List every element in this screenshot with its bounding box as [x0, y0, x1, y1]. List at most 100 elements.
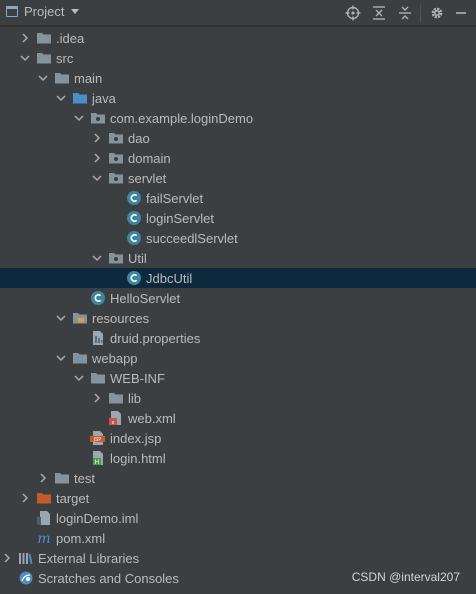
tree-node[interactable]: druid.properties	[0, 328, 476, 348]
resources-folder-icon	[72, 310, 88, 326]
folder-icon	[36, 50, 52, 66]
tree-node-label: webapp	[92, 350, 138, 366]
tree-node-label: HelloServlet	[110, 290, 181, 306]
chevron-down-icon[interactable]	[56, 348, 66, 368]
arrow-placeholder	[20, 528, 30, 548]
package-icon	[108, 130, 124, 146]
chevron-right-icon[interactable]	[2, 548, 12, 568]
chevron-down-icon[interactable]	[56, 88, 66, 108]
chevron-right-icon[interactable]	[20, 28, 30, 48]
chevron-right-icon[interactable]	[92, 388, 102, 408]
tree-node-label: src	[56, 50, 74, 66]
scrollbar[interactable]	[468, 27, 476, 594]
tree-node[interactable]: domain	[0, 148, 476, 168]
tree-node-label: Util	[128, 250, 147, 266]
tree-node-label: JdbcUtil	[146, 270, 193, 286]
tree-node[interactable]: java	[0, 88, 476, 108]
minimize-icon[interactable]	[452, 4, 470, 22]
maven-icon: m	[36, 530, 52, 547]
tree-node-label: External Libraries	[38, 550, 140, 566]
collapse-all-icon[interactable]	[370, 4, 388, 22]
watermark: CSDN @interval207	[351, 570, 460, 584]
tree-node-label: java	[92, 90, 116, 106]
tree-node-label: target	[56, 490, 90, 506]
tree-node[interactable]: succeedlServlet	[0, 228, 476, 248]
tree-node[interactable]: failServlet	[0, 188, 476, 208]
scratches-icon	[18, 570, 34, 586]
target-icon[interactable]	[344, 4, 362, 22]
tree-node[interactable]: main	[0, 68, 476, 88]
class-icon	[126, 190, 142, 206]
tree-node-label: index.jsp	[110, 430, 162, 446]
tree-node-label: dao	[128, 130, 150, 146]
tree-node[interactable]: loginServlet	[0, 208, 476, 228]
chevron-down-icon[interactable]	[20, 48, 30, 68]
tree-node[interactable]: src	[0, 48, 476, 68]
tree-node[interactable]: .idea	[0, 28, 476, 48]
folder-icon	[54, 70, 70, 86]
tree-node[interactable]: dao	[0, 128, 476, 148]
project-view-selector[interactable]: Project	[6, 4, 80, 19]
tree-node[interactable]: m pom.xml	[0, 528, 476, 548]
tree-node[interactable]: x web.xml	[0, 408, 476, 428]
tree-node-label: failServlet	[146, 190, 204, 206]
tree-node[interactable]: webapp	[0, 348, 476, 368]
properties-file-icon	[90, 330, 106, 346]
tree-node[interactable]: External Libraries	[0, 548, 476, 568]
tree-node[interactable]: test	[0, 468, 476, 488]
tree-node-label: pom.xml	[56, 530, 106, 546]
chevron-down-icon[interactable]	[71, 9, 80, 14]
tree-node[interactable]: JdbcUtil	[0, 268, 476, 288]
tree-node-label: com.example.loginDemo	[110, 110, 254, 126]
iml-file-icon	[36, 510, 52, 526]
xml-file-icon: x	[108, 410, 124, 426]
tree-node[interactable]: target	[0, 488, 476, 508]
toolbar-separator	[420, 4, 421, 22]
class-icon	[126, 230, 142, 246]
tree-node-label: web.xml	[128, 410, 176, 426]
tree-node[interactable]: WEB-INF	[0, 368, 476, 388]
chevron-down-icon[interactable]	[74, 368, 84, 388]
tree-node[interactable]: Util	[0, 248, 476, 268]
tree-node-label: login.html	[110, 450, 166, 466]
svg-text:m: m	[37, 531, 50, 546]
chevron-down-icon[interactable]	[92, 168, 102, 188]
chevron-down-icon[interactable]	[74, 108, 84, 128]
chevron-down-icon[interactable]	[56, 308, 66, 328]
tree-node[interactable]: resources	[0, 308, 476, 328]
tree-node[interactable]: servlet	[0, 168, 476, 188]
tree-node-label: resources	[92, 310, 150, 326]
tree-node-label: Scratches and Consoles	[38, 570, 179, 586]
arrow-placeholder	[110, 208, 120, 228]
chevron-right-icon[interactable]	[20, 488, 30, 508]
tree-node[interactable]: HelloServlet	[0, 288, 476, 308]
chevron-right-icon[interactable]	[92, 148, 102, 168]
tree-node[interactable]: JSP index.jsp	[0, 428, 476, 448]
chevron-right-icon[interactable]	[92, 128, 102, 148]
chevron-down-icon[interactable]	[92, 248, 102, 268]
tree-node[interactable]: com.example.loginDemo	[0, 108, 476, 128]
libraries-icon	[18, 550, 34, 566]
target-folder-icon	[36, 490, 52, 506]
class-icon	[90, 290, 106, 306]
chevron-right-icon[interactable]	[38, 468, 48, 488]
project-tree[interactable]: .idea src main java com.example.loginDemo dao…	[0, 28, 476, 588]
project-tool-window: Project .idea src main java com.example.…	[0, 0, 476, 594]
svg-text:H: H	[95, 459, 100, 466]
tree-node[interactable]: lib	[0, 388, 476, 408]
expand-all-icon[interactable]	[396, 4, 414, 22]
tree-node-label: .idea	[56, 30, 85, 46]
tree-node[interactable]: Hlogin.html	[0, 448, 476, 468]
package-icon	[108, 150, 124, 166]
header-divider	[0, 26, 476, 27]
class-icon	[126, 210, 142, 226]
svg-text:x: x	[112, 420, 115, 426]
arrow-placeholder	[74, 288, 84, 308]
gear-icon[interactable]	[428, 4, 446, 22]
tree-node-label: loginDemo.iml	[56, 510, 139, 526]
folder-icon	[90, 370, 106, 386]
tree-node-label: domain	[128, 150, 171, 166]
tree-node[interactable]: loginDemo.iml	[0, 508, 476, 528]
folder-icon	[36, 30, 52, 46]
chevron-down-icon[interactable]	[38, 68, 48, 88]
